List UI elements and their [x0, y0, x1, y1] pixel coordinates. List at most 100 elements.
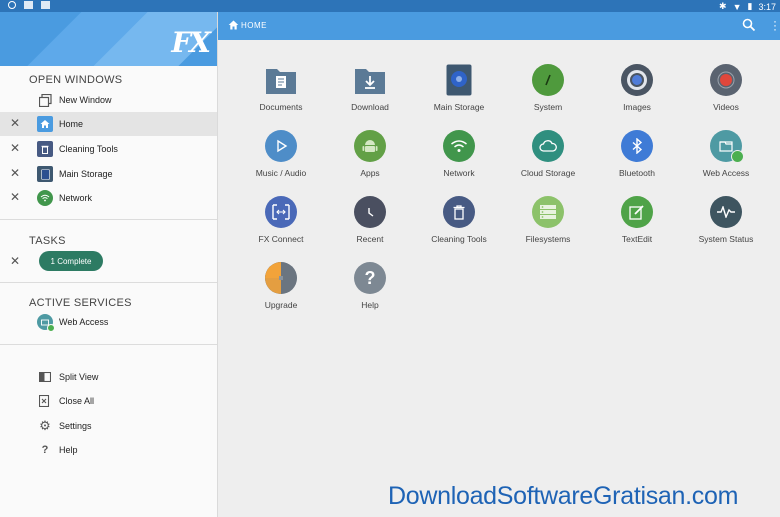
notification-icon [41, 1, 50, 9]
web-access-icon [37, 314, 55, 332]
home-icon[interactable] [228, 20, 239, 30]
drawer-item-label: Close All [59, 396, 95, 406]
drawer-item-label: Web Access [59, 317, 109, 327]
split-view-item[interactable]: Split View [0, 365, 217, 389]
grid-item-apps[interactable]: Apps [326, 130, 414, 192]
textedit-icon [621, 196, 653, 228]
grid-item-label: FX Connect [258, 234, 304, 244]
grid-item-label: Cleaning Tools [431, 234, 487, 244]
help-icon: ? [354, 262, 386, 294]
download-folder-icon [354, 64, 386, 96]
system-status-icon [710, 196, 742, 228]
grid-item-label: System Status [698, 234, 754, 244]
help-item[interactable]: ? Help [0, 438, 217, 462]
grid-item-help[interactable]: ? Help [326, 262, 414, 324]
cloud-icon [532, 130, 564, 162]
home-icon [37, 116, 53, 132]
grid-item-label: Recent [356, 234, 384, 244]
grid-item-label: Images [623, 102, 651, 112]
web-access-icon [710, 130, 744, 163]
grid-item-web-access[interactable]: Web Access [682, 130, 770, 192]
new-window-icon [37, 92, 53, 108]
gear-icon: ⚙ [39, 418, 51, 433]
storage-icon [37, 166, 53, 182]
close-icon[interactable]: ✕ [9, 191, 21, 203]
grid-item-documents[interactable]: Documents [237, 64, 325, 126]
grid-item-filesystems[interactable]: Filesystems [504, 196, 592, 258]
grid-item-system[interactable]: System [504, 64, 592, 126]
grid-item-upgrade[interactable]: Upgrade [237, 262, 325, 324]
open-window-cleaning-tools[interactable]: ✕ Cleaning Tools [0, 137, 217, 161]
cleaning-tools-icon [37, 141, 53, 157]
grid-item-download[interactable]: Download [326, 64, 414, 126]
documents-folder-icon [265, 64, 297, 96]
search-icon[interactable] [742, 18, 756, 32]
overflow-menu-icon[interactable]: · · · [773, 15, 777, 35]
divider [0, 282, 217, 283]
grid-item-label: Bluetooth [619, 168, 655, 178]
settings-item[interactable]: ⚙ Settings [0, 414, 217, 438]
drawer-header: FX [0, 12, 217, 66]
active-services-title: ACTIVE SERVICES [29, 297, 132, 309]
open-window-new-window[interactable]: New Window [0, 88, 217, 112]
grid-item-bluetooth[interactable]: Bluetooth [593, 130, 681, 192]
navigation-drawer: FX OPEN WINDOWS New Window ✕ Home ✕ Clea… [0, 12, 218, 517]
grid-item-cleaning-tools[interactable]: Cleaning Tools [415, 196, 503, 258]
grid-item-label: Music / Audio [255, 168, 307, 178]
wifi-status-icon: ▼ [732, 1, 742, 12]
close-icon[interactable]: ✕ [9, 167, 21, 179]
grid-item-videos[interactable]: Videos [682, 64, 770, 126]
tasks-title: TASKS [29, 235, 66, 247]
grid-item-network[interactable]: Network [415, 130, 503, 192]
close-icon[interactable]: ✕ [9, 255, 21, 267]
fx-logo: FX [171, 26, 211, 59]
android-icon [354, 130, 386, 162]
divider [0, 219, 217, 220]
grid-item-fx-connect[interactable]: FX Connect [237, 196, 325, 258]
notification-icon [8, 1, 16, 9]
wifi-icon [37, 190, 53, 206]
drawer-item-label: Main Storage [59, 169, 113, 179]
clock-icon [354, 196, 386, 228]
grid-item-label: TextEdit [621, 234, 653, 244]
grid-item-music-audio[interactable]: Music / Audio [237, 130, 325, 192]
grid-item-textedit[interactable]: TextEdit [593, 196, 681, 258]
battery-icon: ▮ [747, 1, 753, 11]
close-icon[interactable]: ✕ [9, 117, 21, 129]
clock-time: 3:17 [758, 1, 776, 12]
divider [0, 344, 217, 345]
close-icon[interactable]: ✕ [9, 142, 21, 154]
drawer-item-label: Home [59, 119, 84, 129]
drawer-item-label: Cleaning Tools [59, 144, 118, 154]
close-all-icon [37, 393, 53, 409]
grid-item-main-storage[interactable]: Main Storage [415, 64, 503, 126]
active-service-web-access[interactable]: Web Access [0, 310, 217, 334]
open-window-main-storage[interactable]: ✕ Main Storage [0, 162, 217, 186]
breadcrumb-home[interactable]: HOME [241, 21, 267, 30]
grid-item-label: Network [443, 168, 475, 178]
grid-item-recent[interactable]: Recent [326, 196, 414, 258]
grid-item-label: Filesystems [525, 234, 571, 244]
open-window-home[interactable]: ✕ Home [0, 112, 217, 136]
grid-item-system-status[interactable]: System Status [682, 196, 770, 258]
grid-item-images[interactable]: Images [593, 64, 681, 126]
grid-item-label: Download [351, 102, 389, 112]
drawer-item-label: Split View [59, 372, 99, 382]
close-all-item[interactable]: Close All [0, 389, 217, 413]
music-icon [265, 130, 297, 162]
open-windows-title: OPEN WINDOWS [29, 74, 123, 86]
grid-item-label: Help [361, 300, 379, 310]
watermark: DownloadSoftwareGratisan.com [388, 482, 739, 510]
grid-item-cloud-storage[interactable]: Cloud Storage [504, 130, 592, 192]
grid-item-label: Web Access [702, 168, 750, 178]
main-storage-icon [443, 64, 475, 96]
drawer-item-label: Settings [59, 421, 92, 431]
notification-icon [24, 1, 33, 9]
task-row: ✕ [0, 250, 217, 274]
open-window-network[interactable]: ✕ Network [0, 186, 217, 210]
task-complete-badge[interactable]: 1 Complete [39, 251, 103, 271]
trash-icon [443, 196, 475, 228]
network-icon [443, 130, 475, 162]
grid-item-label: Documents [259, 102, 303, 112]
help-icon: ? [41, 444, 49, 456]
